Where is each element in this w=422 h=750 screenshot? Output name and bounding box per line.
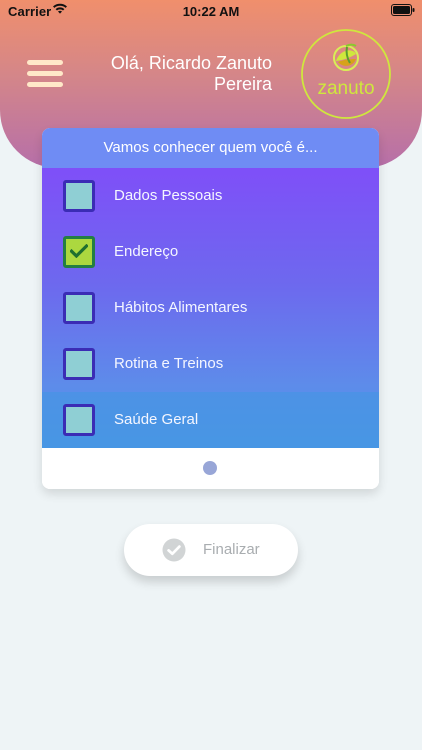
list-item-dados-pessoais[interactable]: Dados Pessoais — [42, 168, 379, 224]
check-circle-icon — [162, 538, 186, 562]
zanuto-logo: zanuto — [300, 28, 392, 120]
status-bar: Carrier 10:22 AM — [0, 0, 422, 22]
item-label-rotina-e-treinos: Rotina e Treinos — [114, 355, 224, 372]
menu-button[interactable] — [27, 58, 65, 90]
checkbox-saude-geral[interactable] — [63, 404, 95, 436]
questionnaire-card: Vamos conhecer quem você é... Dados Pess… — [42, 128, 379, 489]
checkmark-icon — [70, 244, 88, 258]
list-item-habitos-alimentares[interactable]: Hábitos Alimentares — [42, 280, 379, 336]
questionnaire-title: Vamos conhecer quem você é... — [42, 128, 379, 168]
list-item-saude-geral[interactable]: Saúde Geral — [42, 392, 379, 448]
app-screen: Carrier 10:22 AM Olá, Ricardo Zanuto Per… — [0, 0, 422, 750]
item-label-habitos-alimentares: Hábitos Alimentares — [114, 299, 248, 316]
menu-line-top — [27, 60, 63, 65]
list-item-endereco[interactable]: Endereço — [42, 224, 379, 280]
checkbox-endereco[interactable] — [63, 236, 95, 268]
finalize-button[interactable]: Finalizar — [124, 524, 298, 576]
list-item-rotina-e-treinos[interactable]: Rotina e Treinos — [42, 336, 379, 392]
questionnaire-list: Dados Pessoais Endereço Hábitos Alimenta… — [42, 168, 379, 448]
item-label-dados-pessoais: Dados Pessoais — [114, 187, 223, 204]
zanuto-leaf-logo-icon — [301, 29, 391, 119]
item-label-saude-geral: Saúde Geral — [114, 411, 199, 428]
user-greeting: Olá, Ricardo Zanuto Pereira — [110, 53, 272, 94]
status-time: 10:22 AM — [182, 4, 240, 19]
page-indicator — [42, 448, 379, 489]
checkbox-rotina-e-treinos[interactable] — [63, 348, 95, 380]
finalize-label: Finalizar — [203, 541, 260, 558]
menu-line-bottom — [27, 82, 63, 87]
menu-line-middle — [27, 71, 63, 76]
page-dot[interactable] — [203, 461, 217, 475]
item-label-endereco: Endereço — [114, 243, 179, 260]
logo-text: zanuto — [317, 78, 375, 99]
checkbox-dados-pessoais[interactable] — [63, 180, 95, 212]
checkbox-habitos-alimentares[interactable] — [63, 292, 95, 324]
battery-icon — [391, 4, 415, 16]
